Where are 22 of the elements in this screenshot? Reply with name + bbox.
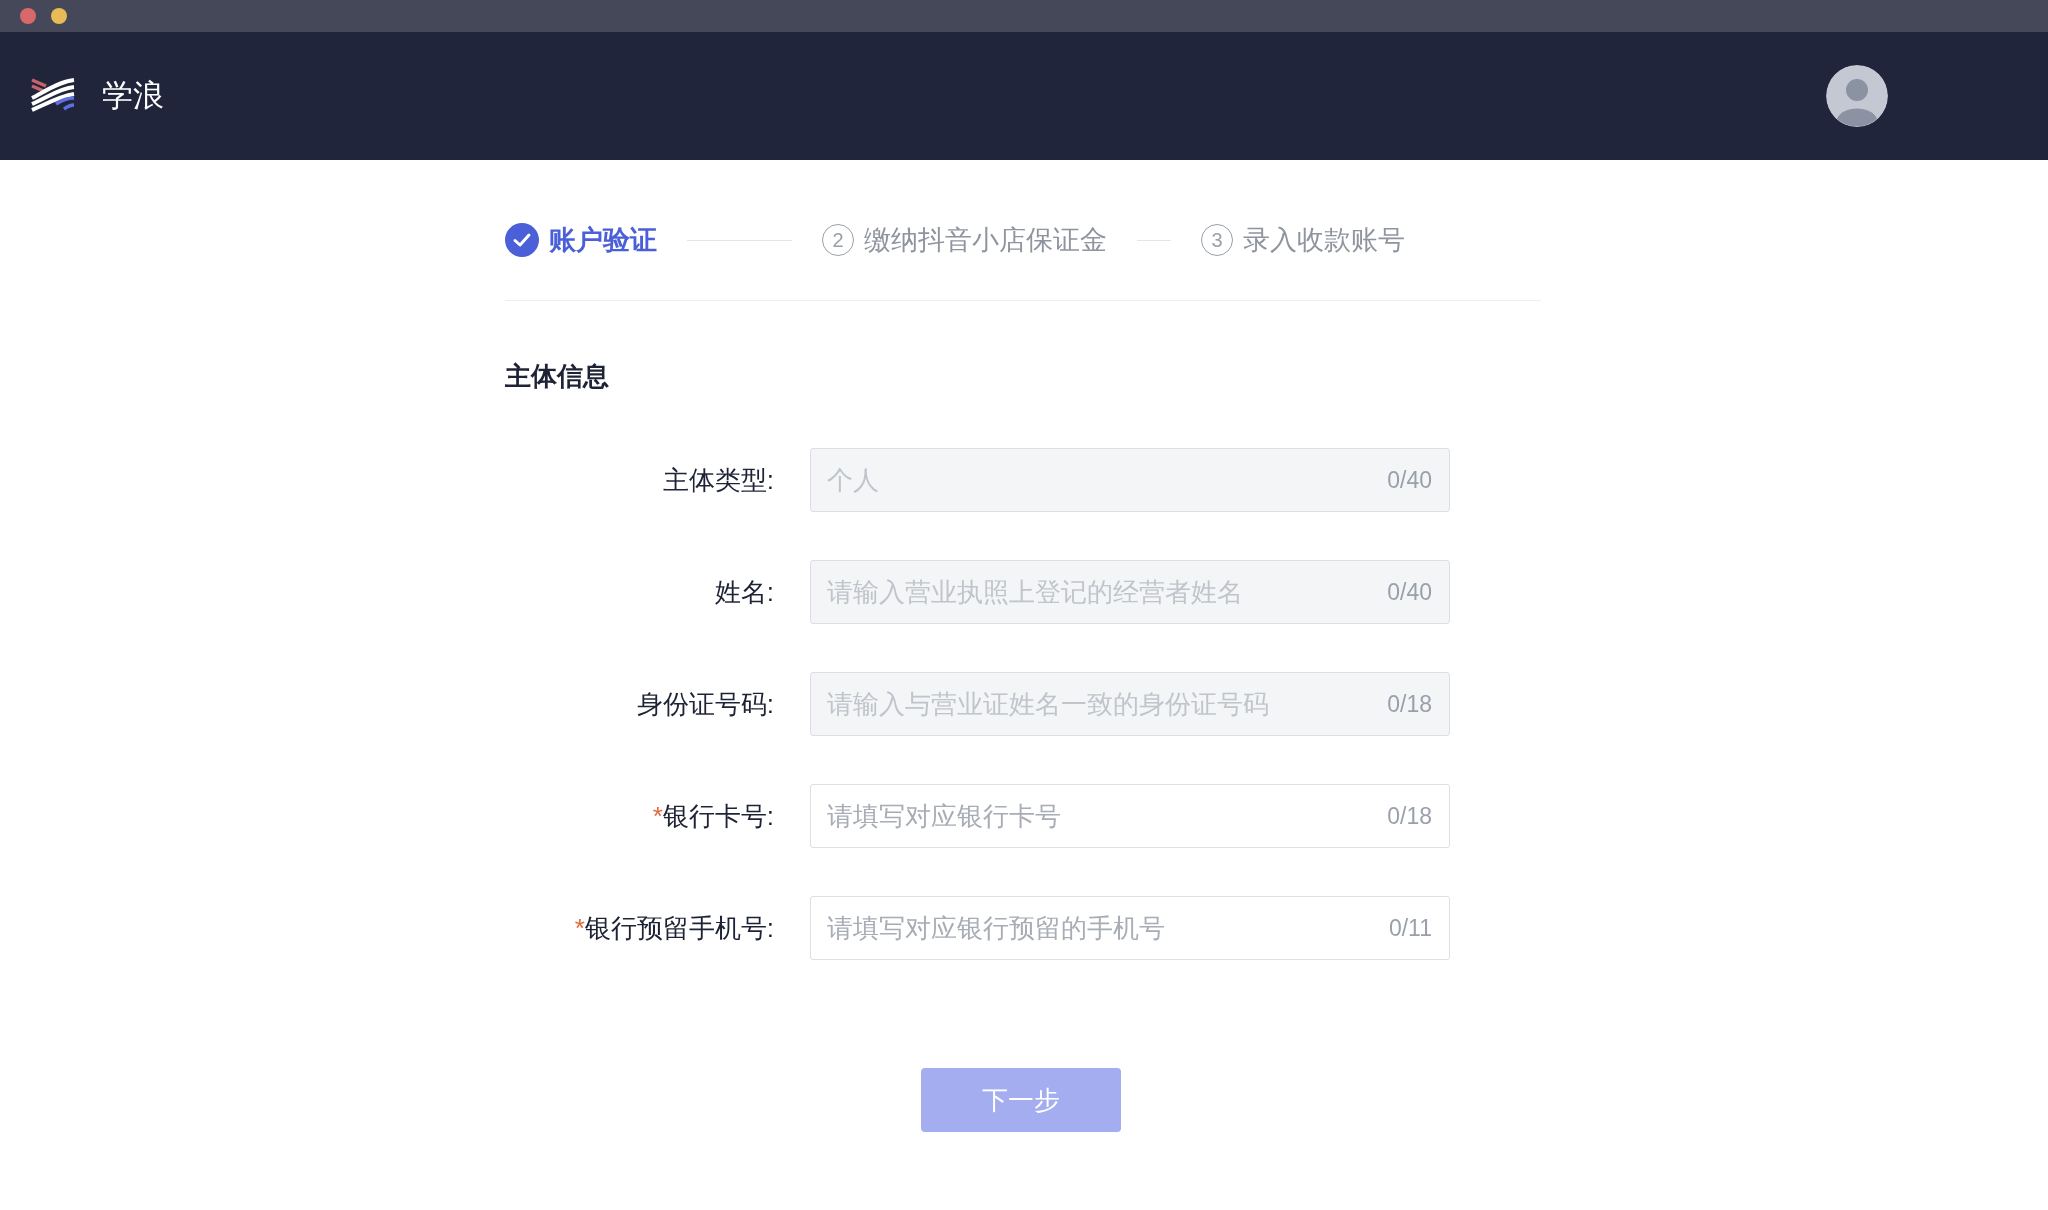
avatar[interactable] xyxy=(1826,65,1888,127)
character-counter: 0/40 xyxy=(1387,578,1432,606)
close-button[interactable] xyxy=(20,8,36,24)
step-label: 录入收款账号 xyxy=(1243,224,1405,257)
wave-logo-icon xyxy=(30,78,76,114)
field-label: 身份证号码: xyxy=(636,687,774,721)
character-counter: 0/40 xyxy=(1387,466,1432,494)
field-label: 银行预留手机号: xyxy=(584,911,774,945)
field-label: 姓名: xyxy=(714,575,774,609)
character-counter: 0/11 xyxy=(1388,914,1432,942)
step-label: 账户验证 xyxy=(549,224,657,257)
check-circle-icon xyxy=(505,223,539,257)
character-counter: 0/18 xyxy=(1387,802,1432,830)
app-name: 学浪 xyxy=(102,77,164,115)
character-counter: 0/18 xyxy=(1387,690,1432,718)
step-label: 缴纳抖音小店保证金 xyxy=(864,224,1107,257)
field-label: 银行卡号: xyxy=(662,799,774,833)
required-mark: * xyxy=(652,800,663,832)
field-label: 主体类型: xyxy=(662,463,774,497)
section-title: 主体信息 xyxy=(505,360,610,393)
minimize-button[interactable] xyxy=(51,8,67,24)
required-mark: * xyxy=(574,912,585,944)
